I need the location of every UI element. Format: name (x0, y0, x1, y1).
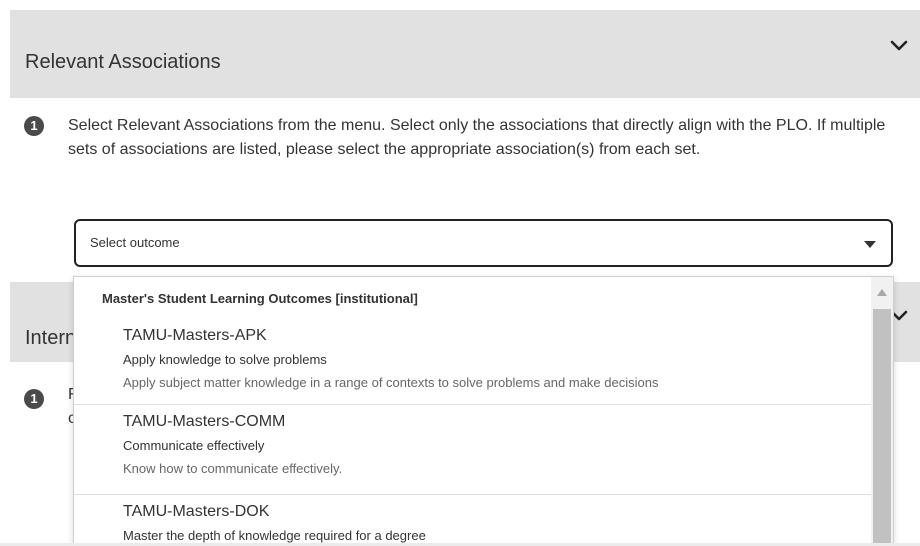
divider (74, 404, 871, 405)
option-code: TAMU-Masters-DOK (123, 503, 270, 520)
relevant-associations-header[interactable]: Relevant Associations (10, 10, 920, 98)
option-description: Know how to communicate effectively. (123, 461, 343, 476)
outcome-options-list[interactable]: Master's Student Learning Outcomes [inst… (73, 276, 894, 546)
option-item[interactable]: TAMU-Masters-DOK Master the depth of kno… (74, 503, 871, 546)
option-code: TAMU-Masters-APK (123, 327, 267, 344)
scroll-up-arrow-icon[interactable] (877, 289, 887, 296)
chevron-down-icon[interactable] (888, 34, 910, 56)
divider (74, 494, 871, 495)
step-number-badge: 1 (24, 389, 44, 409)
step-number-badge: 1 (24, 116, 44, 136)
caret-down-icon (864, 241, 876, 248)
option-name: Apply knowledge to solve problems (123, 352, 327, 367)
scrollbar-thumb[interactable] (873, 309, 891, 546)
option-name: Communicate effectively (123, 438, 265, 453)
option-description: Apply subject matter knowledge in a rang… (123, 375, 659, 390)
option-item[interactable]: TAMU-Masters-APK Apply knowledge to solv… (74, 327, 871, 399)
option-name: Master the depth of knowledge required f… (123, 528, 426, 543)
instructions-text: Select Relevant Associations from the me… (68, 117, 886, 158)
select-outcome-dropdown[interactable]: Select outcome (74, 219, 893, 267)
option-code: TAMU-Masters-COMM (123, 413, 286, 430)
scrollbar[interactable] (871, 277, 893, 546)
section-title: Intern (25, 327, 77, 349)
option-group-label: Master's Student Learning Outcomes [inst… (102, 291, 418, 306)
option-item[interactable]: TAMU-Masters-COMM Communicate effectivel… (74, 413, 871, 485)
select-value: Select outcome (90, 235, 180, 250)
section-title: Relevant Associations (25, 51, 221, 73)
